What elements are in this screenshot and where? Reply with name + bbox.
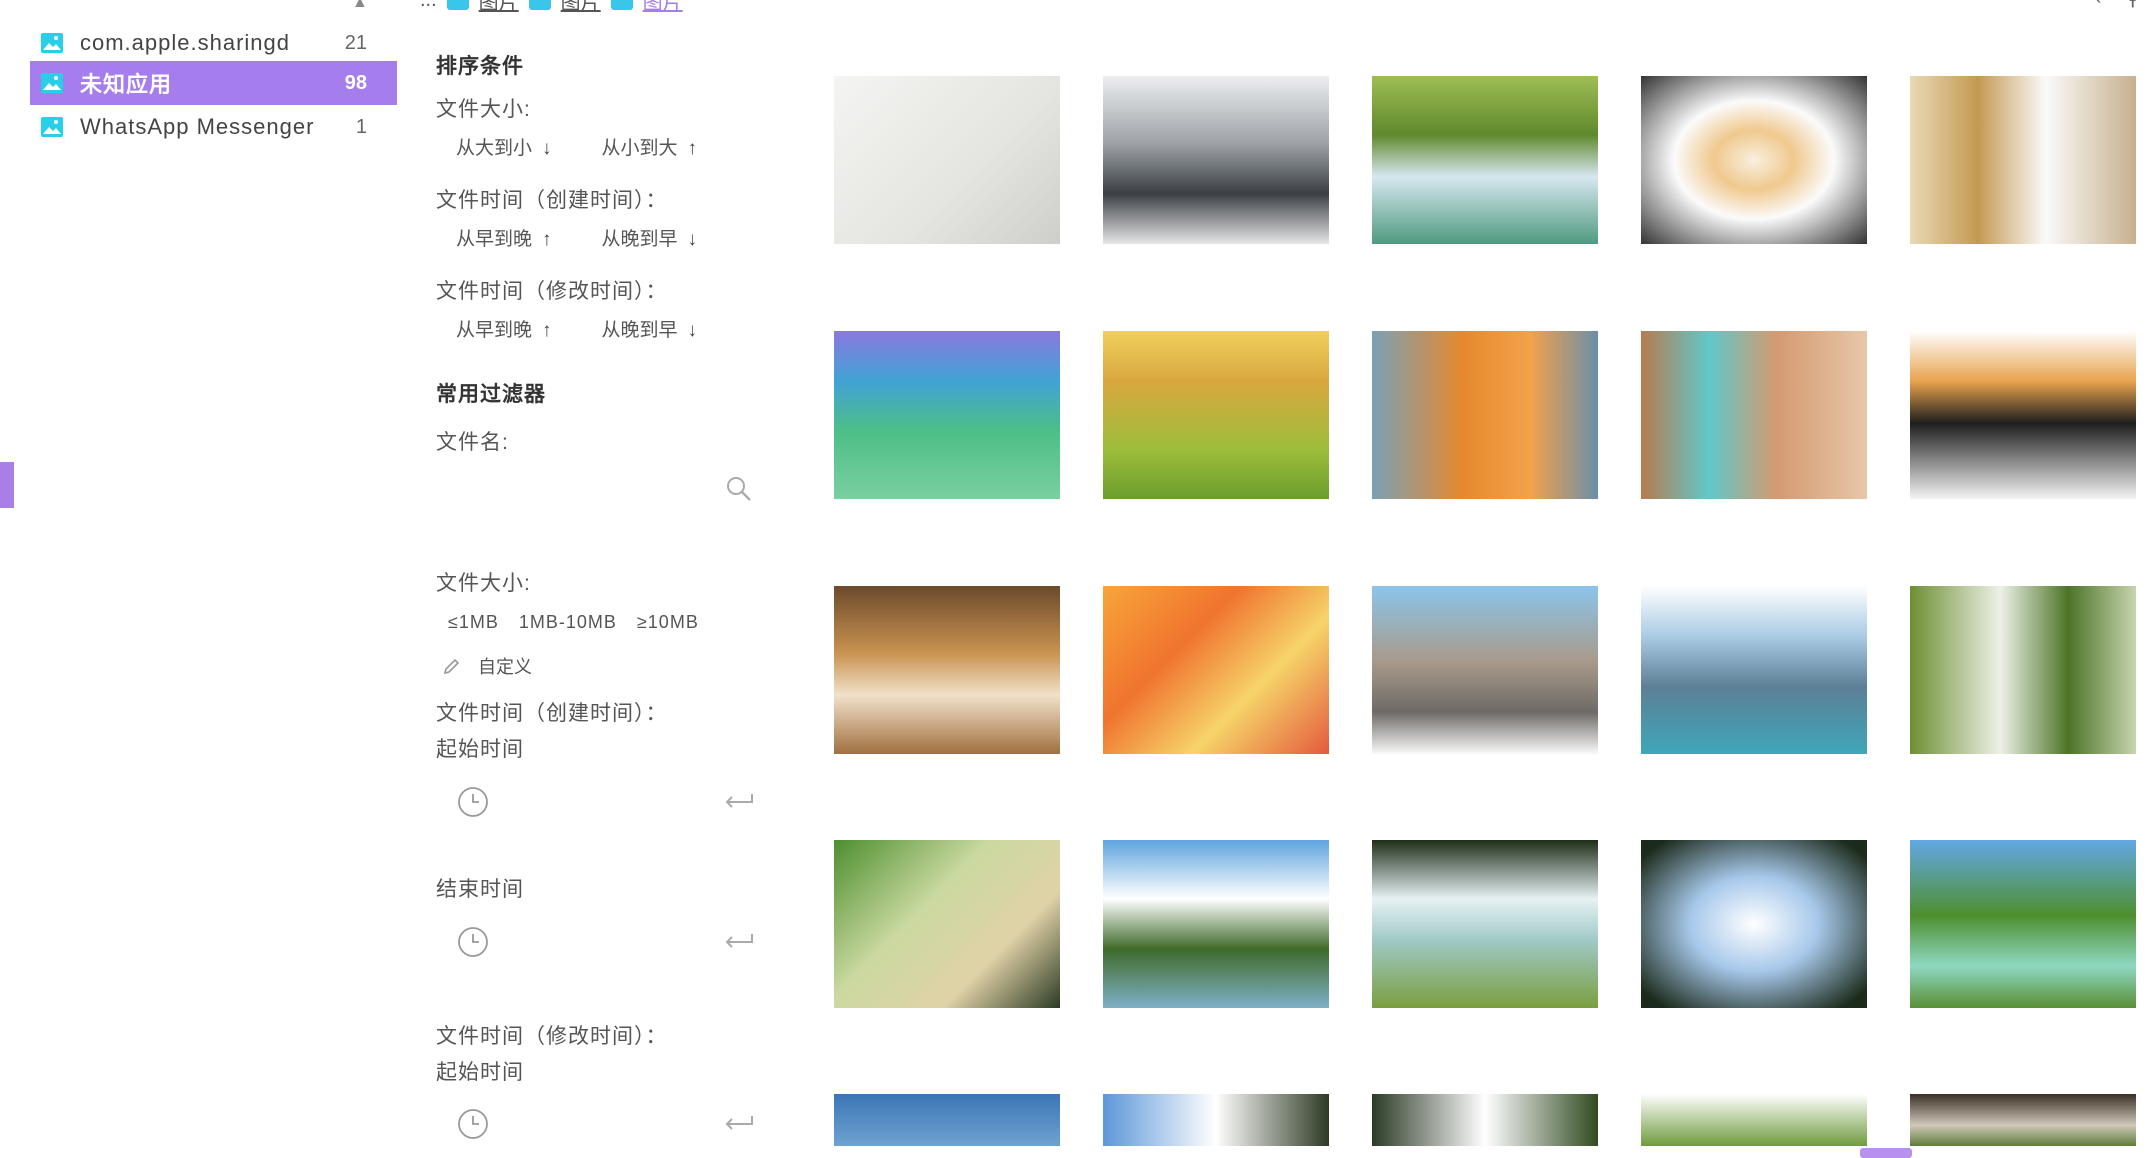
arrow-down-icon: ↓: [687, 229, 698, 250]
image-thumbnail[interactable]: [1641, 76, 1867, 244]
image-grid: [830, 0, 2150, 1158]
sort-created-options: 从早到晚 ↑ 从晚到早 ↓: [456, 224, 697, 251]
sort-option-label: 从小到大: [601, 138, 678, 159]
enter-icon[interactable]: [722, 788, 756, 812]
image-thumbnail[interactable]: [1103, 1094, 1329, 1146]
modified-start-label: 起始时间: [436, 1061, 524, 1084]
enter-icon[interactable]: [722, 1110, 756, 1134]
arrow-down-icon: ↓: [687, 320, 698, 341]
image-thumbnail[interactable]: [1641, 840, 1867, 1008]
sidebar-item-count: 1: [355, 115, 367, 138]
sidebar-item-label: com.apple.sharingd: [80, 30, 291, 55]
sidebar-collapse-handle[interactable]: [0, 462, 14, 508]
sort-option-label: 从晚到早: [601, 229, 678, 250]
sidebar-item-count: 21: [344, 31, 367, 54]
image-thumbnail[interactable]: [834, 840, 1060, 1008]
sort-modified-late-option[interactable]: 从晚到早 ↓: [602, 315, 698, 342]
sort-option-label: 从大到小: [456, 138, 533, 159]
image-icon: [41, 73, 63, 93]
image-thumbnail[interactable]: [1641, 1094, 1867, 1146]
arrow-up-icon: ↑: [542, 320, 552, 341]
filter-modified-label: 文件时间（修改时间）：: [436, 1025, 668, 1048]
app-sidebar: ▲ com.apple.sharingd 21 未知应用 98 WhatsApp…: [0, 0, 400, 1158]
sort-created-late-option[interactable]: 从晚到早 ↓: [602, 224, 698, 251]
sort-modified-early-option[interactable]: 从早到晚 ↑: [456, 315, 552, 342]
image-thumbnail[interactable]: [1103, 840, 1329, 1008]
image-thumbnail[interactable]: [834, 331, 1060, 499]
image-thumbnail[interactable]: [1641, 331, 1867, 499]
sort-section-title: 排序条件: [436, 55, 524, 78]
size-option-medium[interactable]: 1MB-10MB: [519, 612, 617, 633]
sort-modified-label: 文件时间（修改时间）：: [436, 280, 668, 303]
sort-option-label: 从晚到早: [601, 320, 678, 341]
image-thumbnail[interactable]: [1910, 586, 2136, 754]
image-thumbnail[interactable]: [1372, 586, 1598, 754]
filter-created-label: 文件时间（创建时间）：: [436, 702, 668, 725]
image-thumbnail[interactable]: [834, 76, 1060, 244]
image-thumbnail[interactable]: [1103, 586, 1329, 754]
image-thumbnail[interactable]: [1910, 840, 2136, 1008]
filename-label: 文件名:: [436, 431, 509, 454]
image-thumbnail[interactable]: [1910, 76, 2136, 244]
size-option-large[interactable]: ≥10MB: [637, 612, 699, 633]
sidebar-item-count: 98: [344, 71, 367, 94]
image-thumbnail[interactable]: [1910, 1094, 2136, 1146]
sort-modified-options: 从早到晚 ↑ 从晚到早 ↓: [456, 315, 697, 342]
sidebar-item-whatsapp[interactable]: WhatsApp Messenger 1: [30, 105, 397, 149]
arrow-up-icon: ↑: [687, 138, 698, 159]
image-thumbnail[interactable]: [1910, 331, 2136, 499]
image-thumbnail[interactable]: [834, 1094, 1060, 1146]
sort-created-label: 文件时间（创建时间）：: [436, 189, 668, 212]
search-icon[interactable]: [724, 474, 754, 504]
sort-created-early-option[interactable]: 从早到晚 ↑: [456, 224, 552, 251]
created-start-label: 起始时间: [436, 738, 524, 761]
image-icon: [41, 117, 63, 137]
image-thumbnail[interactable]: [1372, 331, 1598, 499]
filter-panel: 排序条件 文件大小: 从大到小 ↓ 从小到大 ↑ 文件时间（创建时间）： 从早到晚 ↑…: [420, 0, 770, 1158]
sidebar-item-label: WhatsApp Messenger: [80, 114, 315, 139]
scroll-indicator[interactable]: [1860, 1148, 1912, 1158]
pencil-icon: [443, 658, 460, 675]
sidebar-item-label: 未知应用: [80, 72, 173, 97]
clock-icon[interactable]: [456, 925, 490, 959]
image-thumbnail[interactable]: [1372, 1094, 1598, 1146]
image-thumbnail[interactable]: [1372, 76, 1598, 244]
clock-icon[interactable]: [456, 785, 490, 819]
image-thumbnail[interactable]: [1372, 840, 1598, 1008]
size-option-small[interactable]: ≤1MB: [448, 612, 499, 633]
image-thumbnail[interactable]: [1103, 76, 1329, 244]
filter-section-title: 常用过滤器: [436, 383, 546, 406]
image-thumbnail[interactable]: [1103, 331, 1329, 499]
image-thumbnail[interactable]: [1641, 586, 1867, 754]
sort-size-desc-option[interactable]: 从大到小 ↓: [456, 133, 552, 160]
custom-size-label: 自定义: [478, 657, 532, 677]
sort-option-label: 从早到晚: [456, 320, 533, 341]
enter-icon[interactable]: [722, 928, 756, 952]
chevron-up-icon[interactable]: ▲: [352, 0, 368, 12]
custom-size-button[interactable]: 自定义: [442, 653, 532, 679]
image-thumbnail[interactable]: [834, 586, 1060, 754]
clock-icon[interactable]: [456, 1107, 490, 1141]
created-end-label: 结束时间: [436, 878, 524, 901]
image-icon: [41, 33, 63, 53]
size-filter-options: ≤1MB 1MB-10MB ≥10MB: [448, 612, 699, 633]
sort-size-label: 文件大小:: [436, 98, 531, 121]
sidebar-item-unknown-app[interactable]: 未知应用 98: [30, 61, 397, 105]
filter-size-label: 文件大小:: [436, 572, 531, 595]
sidebar-item-com-apple-sharingd[interactable]: com.apple.sharingd 21: [30, 21, 397, 65]
sort-option-label: 从早到晚: [456, 229, 533, 250]
arrow-down-icon: ↓: [542, 138, 552, 159]
sort-size-asc-option[interactable]: 从小到大 ↑: [602, 133, 698, 160]
arrow-up-icon: ↑: [542, 229, 552, 250]
sort-size-options: 从大到小 ↓ 从小到大 ↑: [456, 133, 697, 160]
